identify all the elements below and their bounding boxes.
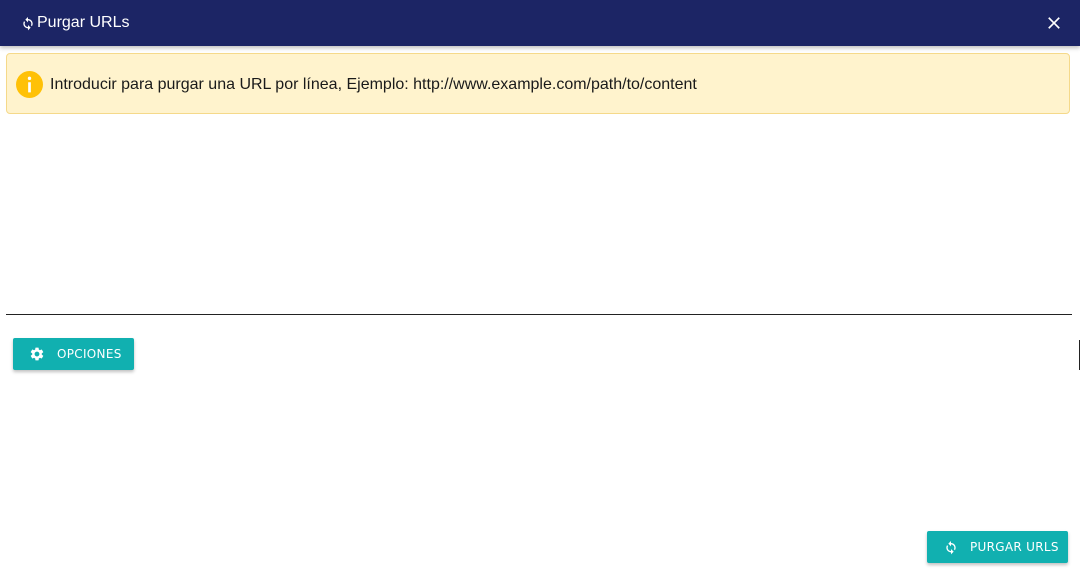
purge-urls-button-label: PURGAR URLS bbox=[970, 540, 1059, 554]
options-button[interactable]: OPCIONES bbox=[13, 338, 134, 370]
purge-urls-button[interactable]: PURGAR URLS bbox=[927, 531, 1068, 563]
alert-message: Introducir para purgar una URL por línea… bbox=[50, 76, 697, 93]
gear-icon bbox=[30, 347, 44, 361]
refresh-icon bbox=[23, 17, 33, 31]
close-icon[interactable] bbox=[1044, 13, 1064, 33]
urls-input[interactable] bbox=[6, 120, 1072, 315]
refresh-icon bbox=[946, 541, 956, 555]
purge-urls-dialog: Purgar URLs Introducir para purgar una U… bbox=[0, 0, 1080, 576]
options-button-label: OPCIONES bbox=[57, 347, 122, 361]
info-alert: Introducir para purgar una URL por línea… bbox=[6, 53, 1070, 114]
info-icon bbox=[16, 71, 43, 98]
dialog-titlebar: Purgar URLs bbox=[0, 0, 1080, 46]
dialog-title: Purgar URLs bbox=[37, 14, 130, 31]
